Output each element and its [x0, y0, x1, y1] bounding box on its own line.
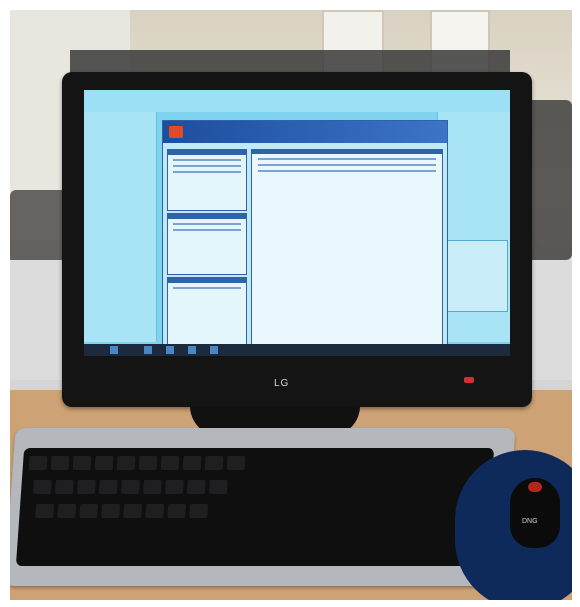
- mouse-brand-label: DNG: [522, 518, 538, 525]
- key: [35, 504, 55, 518]
- subpanel-header: [168, 214, 246, 219]
- photo: LG DNG: [0, 0, 580, 607]
- key: [167, 504, 187, 518]
- text-line: [173, 171, 241, 173]
- key: [98, 480, 118, 494]
- text-line: [173, 165, 241, 167]
- left-subpanel-2: [167, 213, 247, 275]
- key: [189, 504, 209, 518]
- monitor-screen: [84, 90, 510, 356]
- text-line: [258, 170, 436, 172]
- text-line: [173, 287, 241, 289]
- key: [164, 480, 184, 494]
- key: [142, 480, 162, 494]
- key: [94, 456, 114, 470]
- key: [28, 456, 48, 470]
- main-content-panel: [251, 149, 443, 349]
- keyboard: [10, 428, 516, 586]
- text-line: [173, 223, 241, 225]
- key: [116, 456, 136, 470]
- key: [208, 480, 228, 494]
- left-subpanel-3: [167, 277, 247, 349]
- text-line: [173, 229, 241, 231]
- monitor-brand-logo: LG: [274, 378, 290, 389]
- mouse-scroll-wheel: [528, 482, 542, 492]
- key-row: [27, 480, 228, 496]
- key: [226, 456, 246, 470]
- key-row: [28, 456, 246, 472]
- key: [182, 456, 202, 470]
- subpanel-header: [168, 150, 246, 155]
- mouse: DNG: [510, 478, 560, 548]
- text-line: [258, 158, 436, 160]
- taskbar-app-icon[interactable]: [188, 346, 196, 354]
- key: [72, 456, 92, 470]
- left-pane: [84, 112, 157, 342]
- app-logo-icon: [169, 126, 183, 138]
- taskbar-app-icon[interactable]: [144, 346, 152, 354]
- subpanel-header: [168, 278, 246, 283]
- app-titlebar: [163, 121, 447, 143]
- main-panel-header: [252, 150, 442, 154]
- left-subpanel-1: [167, 149, 247, 211]
- key-row: [25, 504, 209, 520]
- scene: LG DNG: [10, 10, 572, 600]
- start-icon[interactable]: [110, 346, 118, 354]
- app-window: [162, 120, 448, 354]
- key: [160, 456, 180, 470]
- key: [76, 480, 96, 494]
- power-led: [464, 377, 474, 383]
- monitor: LG: [62, 72, 532, 407]
- key: [79, 504, 99, 518]
- text-line: [258, 164, 436, 166]
- key: [145, 504, 165, 518]
- key: [54, 480, 74, 494]
- key: [57, 504, 77, 518]
- taskbar-app-icon[interactable]: [210, 346, 218, 354]
- key: [120, 480, 140, 494]
- taskbar: [84, 344, 510, 356]
- key: [204, 456, 224, 470]
- key: [138, 456, 158, 470]
- key: [50, 456, 70, 470]
- key: [123, 504, 143, 518]
- keyboard-keys: [15, 448, 495, 566]
- text-line: [173, 159, 241, 161]
- right-pane-box: [440, 240, 508, 312]
- key: [32, 480, 52, 494]
- key: [101, 504, 121, 518]
- key: [186, 480, 206, 494]
- screen-header-area: [84, 90, 510, 112]
- taskbar-app-icon[interactable]: [166, 346, 174, 354]
